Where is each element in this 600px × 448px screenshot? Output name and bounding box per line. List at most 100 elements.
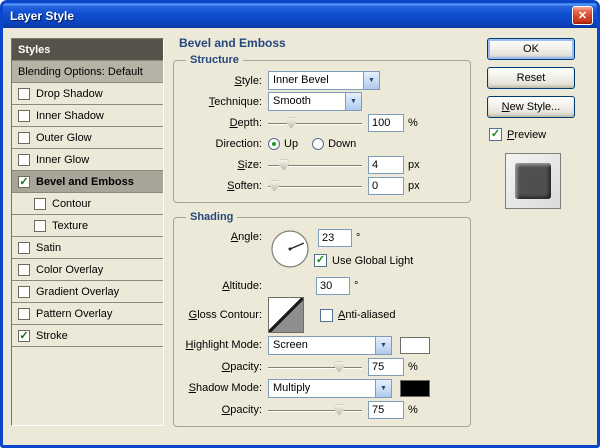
angle-input[interactable] [318,229,352,247]
checkbox[interactable] [18,329,30,342]
highlight-mode-select[interactable]: Screen ▼ [268,335,392,355]
depth-input[interactable] [368,113,404,132]
gloss-contour-thumbnail[interactable] [268,297,304,333]
altitude-row: Altitude: ° [182,275,462,296]
preview-checkbox[interactable] [489,128,502,141]
highlight-opacity-slider[interactable] [268,359,362,375]
soften-unit: px [408,179,420,192]
sidebar-item-drop-shadow[interactable]: Drop Shadow [12,83,163,105]
shading-group: Shading Angle: ° Use Global Light [173,211,471,427]
checkbox[interactable] [18,131,30,144]
shadow-opacity-input[interactable] [368,400,404,419]
page-title: Bevel and Emboss [179,36,286,50]
checkbox[interactable] [18,87,30,100]
slider-thumb[interactable] [334,361,344,373]
slider-track [268,122,362,125]
sidebar-item-inner-shadow[interactable]: Inner Shadow [12,105,163,127]
checkbox[interactable] [34,219,46,232]
sidebar-item-inner-glow[interactable]: Inner Glow [12,149,163,171]
slider-track [268,185,362,188]
technique-select[interactable]: Smooth ▼ [268,92,362,111]
highlight-opacity-label: Opacity: [221,360,262,373]
checkbox[interactable] [18,175,30,188]
depth-unit: % [408,116,418,129]
sidebar-item-label: Color Overlay [36,263,104,276]
highlight-opacity-input[interactable] [368,357,404,376]
direction-down-radio[interactable] [312,137,325,150]
shadow-mode-row: Shadow Mode: Multiply ▼ [182,377,462,399]
style-label: Style: [234,74,262,87]
technique-label: Technique: [208,95,262,108]
size-row: Size: px [182,154,462,175]
chevron-down-icon[interactable]: ▼ [375,336,391,354]
checkbox[interactable] [18,241,30,254]
checkbox[interactable] [18,263,30,276]
sidebar-item-label: Pattern Overlay [36,307,113,320]
sidebar-item-pattern-overlay[interactable]: Pattern Overlay [12,303,163,325]
depth-slider[interactable] [268,115,362,131]
checkbox[interactable] [18,109,30,122]
slider-thumb[interactable] [334,404,344,416]
sidebar-item-gradient-overlay[interactable]: Gradient Overlay [12,281,163,303]
sidebar-item-contour[interactable]: Contour [12,193,163,215]
sidebar-item-satin[interactable]: Satin [12,237,163,259]
sidebar-item-blending-options[interactable]: Blending Options: Default [12,61,163,83]
size-label: Size: [237,158,262,171]
slider-track [268,366,362,369]
soften-input[interactable] [368,176,404,195]
sidebar-item-label: Outer Glow [36,131,92,144]
angle-dial[interactable] [270,229,310,269]
sidebar-item-stroke[interactable]: Stroke [12,325,163,347]
checkbox[interactable] [18,307,30,320]
layer-style-dialog: Layer Style ✕ Styles Blending Options: D… [0,0,600,448]
style-row: Style: Inner Bevel ▼ [182,70,462,91]
slider-thumb[interactable] [286,117,296,129]
sidebar-item-styles[interactable]: Styles [12,39,163,61]
reset-button[interactable]: Reset [487,67,575,89]
sidebar-item-bevel-and-emboss[interactable]: Bevel and Emboss [12,171,163,193]
sidebar-item-label: Stroke [36,329,68,342]
sidebar-item-label: Satin [36,241,62,254]
checkbox[interactable] [34,197,46,210]
styles-list: Styles Blending Options: Default Drop Sh… [11,38,164,426]
size-slider[interactable] [268,157,362,173]
altitude-input[interactable] [316,276,350,295]
chevron-down-icon[interactable]: ▼ [363,72,379,89]
altitude-unit: ° [354,279,359,292]
direction-down-label: Down [328,137,357,150]
sidebar-item-label: Bevel and Emboss [36,175,134,188]
anti-aliased-checkbox[interactable] [320,308,333,322]
sidebar-item-color-overlay[interactable]: Color Overlay [12,259,163,281]
shadow-color-swatch[interactable] [400,379,430,397]
title-bar[interactable]: Layer Style ✕ [3,3,597,28]
new-style-button[interactable]: New Style... [487,96,575,118]
close-button[interactable]: ✕ [572,6,593,25]
direction-up-radio[interactable] [268,137,280,150]
shadow-opacity-slider[interactable] [268,402,362,418]
highlight-mode-row: Highlight Mode: Screen ▼ [182,334,462,356]
size-input[interactable] [368,155,404,174]
sidebar-item-label: Blending Options: Default [18,65,143,78]
slider-thumb[interactable] [279,159,289,171]
angle-label: Angle: [230,231,262,243]
sidebar-item-label: Contour [52,197,92,210]
chevron-down-icon[interactable]: ▼ [375,379,391,397]
chevron-down-icon[interactable]: ▼ [345,93,361,110]
direction-row: Direction: Up Down [182,133,462,154]
checkbox[interactable] [18,285,30,298]
shadow-mode-select[interactable]: Multiply ▼ [268,378,392,398]
window-title: Layer Style [10,8,75,23]
sidebar-item-texture[interactable]: Texture [12,215,163,237]
checkbox[interactable] [18,153,30,166]
highlight-color-swatch[interactable] [400,336,430,354]
slider-thumb[interactable] [269,180,279,192]
close-icon: ✕ [577,10,588,22]
ok-button[interactable]: OK [487,38,575,60]
soften-slider[interactable] [268,178,362,194]
use-global-light-checkbox[interactable] [314,254,327,267]
use-global-light-row: Use Global Light [314,254,413,267]
altitude-label: Altitude: [222,279,262,292]
bevel-emboss-panel: Bevel and Emboss Structure Style: Inner … [169,34,481,427]
sidebar-item-outer-glow[interactable]: Outer Glow [12,127,163,149]
style-select[interactable]: Inner Bevel ▼ [268,71,380,90]
